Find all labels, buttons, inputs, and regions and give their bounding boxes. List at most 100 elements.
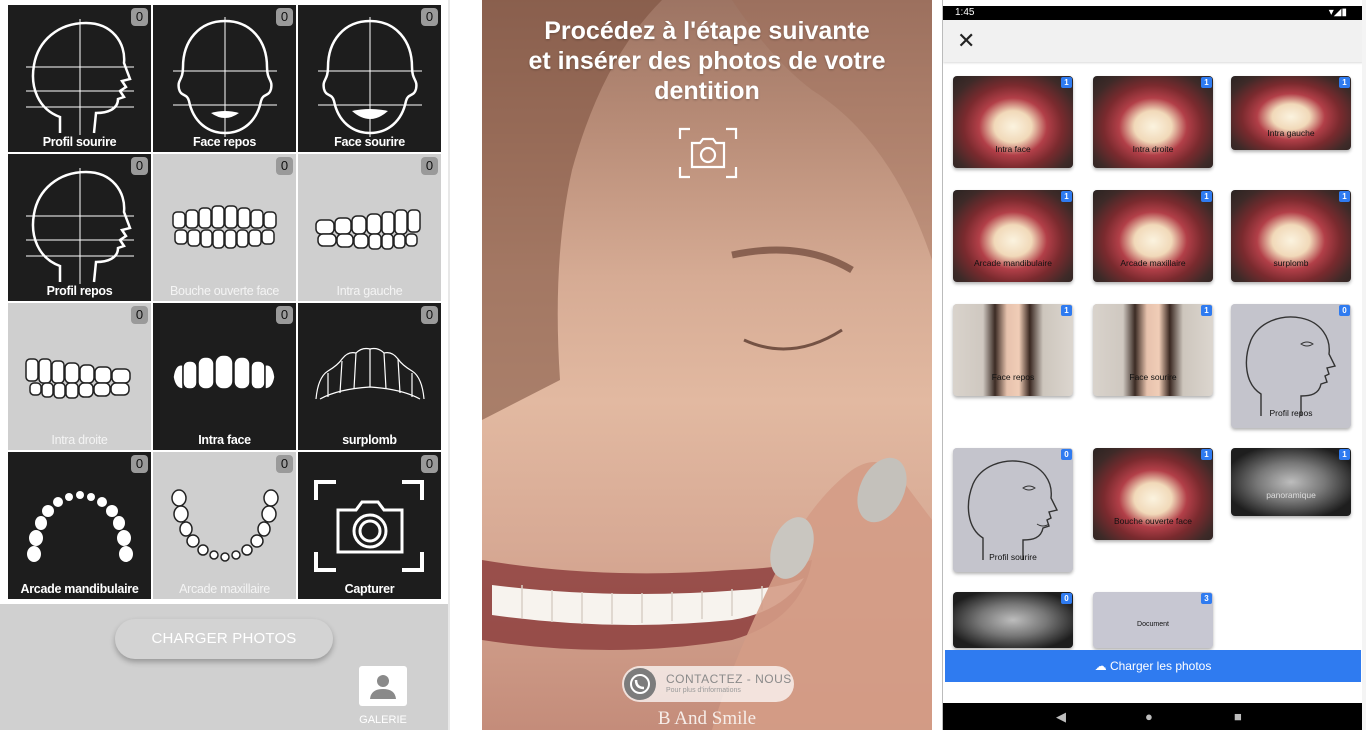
tile-caption: Capturer [344,582,395,596]
tile-caption: Face sourire [334,135,405,149]
gallery-item[interactable]: Document 3 [1093,592,1213,648]
gallery-item-label: surplomb [1273,258,1309,268]
broken-image-icon [1093,592,1213,648]
background-window-edge [1362,0,1366,730]
upload-photos-button[interactable]: ☁ Charger les photos [945,650,1361,682]
gallery-item[interactable]: Profil sourire 0 [953,448,1073,572]
gallery-item[interactable]: 0 [953,592,1073,648]
front-head-icon [173,17,277,137]
gallery-item[interactable]: Intra face 1 [953,76,1073,168]
photo-thumbnail [1093,304,1213,396]
tile-caption: Arcade maxillaire [179,582,270,596]
phone-frame: 1:45 ▾◢▮ ✕ Intra face 1 Intra droite 1 I… [942,0,1362,730]
tile-caption: Profil sourire [42,135,117,149]
recents-icon[interactable]: ■ [1234,709,1242,724]
photo-thumbnail [1231,190,1351,282]
gallery-item-label: Arcade mandibulaire [974,258,1052,268]
tile-intra-gauche[interactable]: 0 Intra gauche [298,154,441,301]
capture-grid: 0 Profil sourire 0 Face repos 0 Face sou… [8,5,441,599]
count-badge: 1 [1061,77,1072,88]
gallery-item-label: Face repos [991,372,1035,382]
phone-icon [624,668,656,700]
tile-surplomb[interactable]: 0 surplomb [298,303,441,450]
arch-icon [315,347,425,400]
count-badge: 3 [1201,593,1212,604]
teeth-icon [172,354,276,390]
tile-face-sourire[interactable]: 0 Face sourire [298,5,441,152]
gallery-item[interactable]: panoramique 1 [1231,448,1351,516]
load-photos-button[interactable]: CHARGER PHOTOS [115,619,333,659]
tile-arcade-mandibulaire[interactable]: 0 Arcade mandibulaire [8,452,151,599]
tile-face-repos[interactable]: 0 Face repos [153,5,296,152]
contact-label: CONTACTEZ - NOUS [666,672,792,686]
headline: Procédez à l'étape suivante et insérer d… [482,16,932,106]
gallery-item[interactable]: Face repos 1 [953,304,1073,396]
photo-thumbnail [1093,448,1213,540]
gallery-item[interactable]: Bouche ouverte face 1 [1093,448,1213,540]
photo-thumbnail [1093,76,1213,168]
back-icon[interactable]: ◀ [1056,709,1066,725]
photo-capture-panel: 0 Profil sourire 0 Face repos 0 Face sou… [0,0,450,730]
count-badge: 0 [276,455,293,473]
photo-thumbnail [1231,76,1351,150]
arch-icon [171,489,279,562]
count-badge: 1 [1201,449,1212,460]
count-badge: 0 [131,157,148,175]
smiling-face-photo [482,0,932,730]
gallery-item[interactable]: Profil repos 0 [1231,304,1351,428]
tile-bouche-ouverte-face[interactable]: 0 Bouche ouverte face [153,154,296,301]
gallery-button[interactable]: GALERIE [357,666,409,728]
front-head-icon [318,17,422,137]
profile-head-icon [26,19,134,135]
close-icon[interactable]: ✕ [957,28,975,54]
gallery-item-label: Bouche ouverte face [1114,516,1192,526]
count-badge: 0 [421,8,438,26]
cloud-upload-icon: ☁ [1094,659,1110,673]
count-badge: 0 [131,455,148,473]
count-badge: 1 [1339,449,1350,460]
home-icon[interactable]: ● [1145,709,1153,724]
tile-caption: surplomb [342,433,397,447]
count-badge: 0 [1339,305,1350,316]
photo-thumbnail [1231,448,1351,516]
photo-thumbnail [953,304,1073,396]
arch-icon [27,491,133,562]
camera-icon [314,480,424,572]
count-badge: 1 [1339,191,1350,202]
tile-profil-repos[interactable]: 0 Profil repos [8,154,151,301]
count-badge: 0 [131,8,148,26]
gallery-item[interactable]: Arcade mandibulaire 1 [953,190,1073,282]
tile-caption: Intra face [198,433,251,447]
contact-us-button[interactable]: CONTACTEZ - NOUS Pour plus d'information… [622,666,794,702]
gallery-item-label: Profil repos [1269,408,1313,418]
count-badge: 0 [421,455,438,473]
tile-intra-face[interactable]: 0 Intra face [153,303,296,450]
gallery-item-label: Face sourire [1129,372,1177,382]
photo-thumbnail [953,592,1073,648]
tile-arcade-maxillaire[interactable]: 0 Arcade maxillaire [153,452,296,599]
tile-profil-sourire[interactable]: 0 Profil sourire [8,5,151,152]
count-badge: 0 [1061,449,1072,460]
gallery-item-label: Intra gauche [1267,128,1315,138]
count-badge: 0 [276,8,293,26]
count-badge: 0 [421,306,438,324]
gallery-person-icon [359,666,407,706]
tile-capturer[interactable]: 0 Capturer [298,452,441,599]
gallery-item[interactable]: Arcade maxillaire 1 [1093,190,1213,282]
tile-caption: Intra gauche [336,284,403,298]
count-badge: 0 [421,157,438,175]
gallery-item[interactable]: Face sourire 1 [1093,304,1213,396]
tile-caption: Profil repos [46,284,113,298]
android-nav-bar: ◀ ● ■ [943,703,1362,730]
signal-battery-icon: ▾◢▮ [1328,7,1347,18]
gallery-item[interactable]: Intra gauche 1 [1231,76,1351,150]
status-bar: 1:45 ▾◢▮ [943,6,1362,20]
camera-frame-icon[interactable] [678,127,738,179]
bottom-actions: CHARGER PHOTOS GALERIE [0,604,450,730]
headline-line-1: Procédez à l'étape suivante [544,17,870,45]
gallery-item-label: Intra face [995,144,1031,154]
gallery-label: GALERIE [359,714,407,726]
gallery-item[interactable]: Intra droite 1 [1093,76,1213,168]
tile-intra-droite[interactable]: 0 Intra droite [8,303,151,450]
gallery-item[interactable]: surplomb 1 [1231,190,1351,282]
